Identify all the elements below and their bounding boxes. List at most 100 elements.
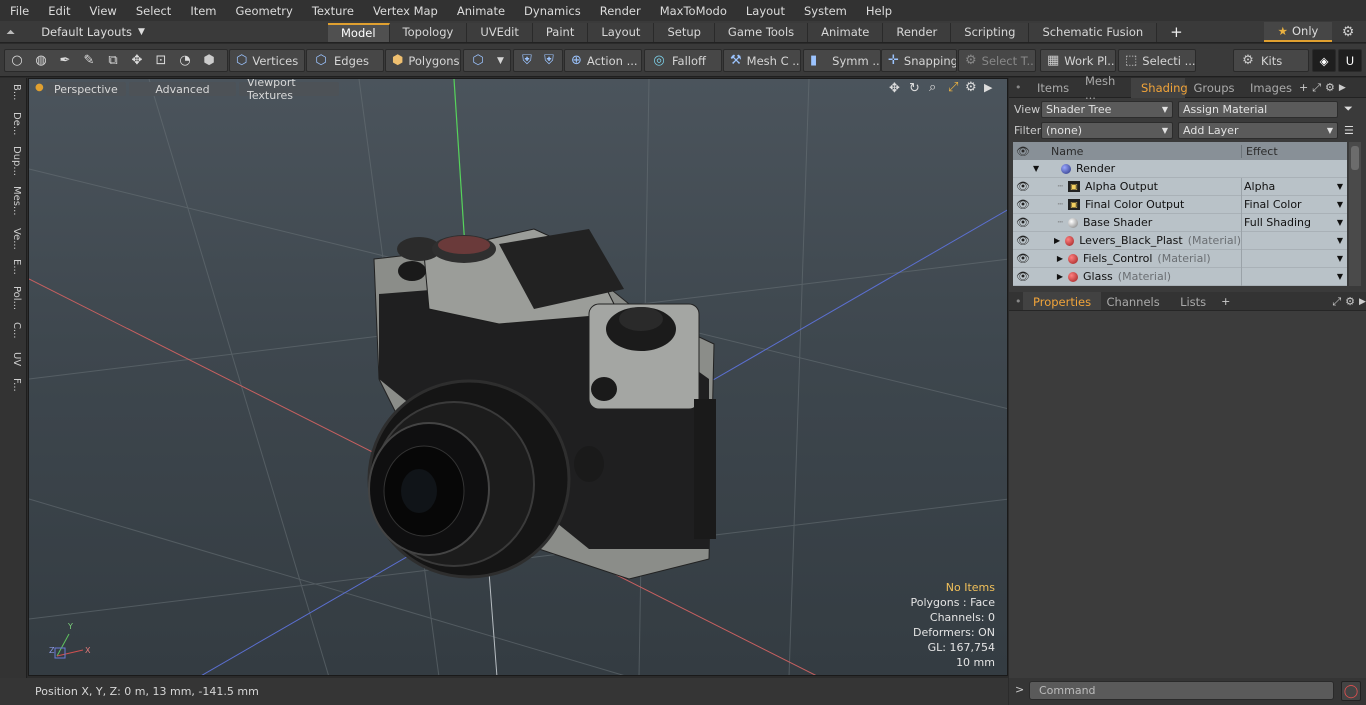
tab-channels[interactable]: Channels (1101, 292, 1165, 312)
gear-icon[interactable]: ⚙ (1338, 23, 1358, 41)
play-arrow-icon[interactable]: ▶ (984, 81, 992, 94)
left-tab-fusion[interactable]: F... (4, 378, 22, 392)
tab-groups[interactable]: Groups (1185, 78, 1243, 98)
transform-icon[interactable]: ⧉ (105, 53, 121, 69)
tab-setup[interactable]: Setup (654, 22, 715, 42)
tab-shading[interactable]: Shading (1131, 77, 1188, 98)
menu-help[interactable]: Help (856, 4, 901, 18)
eye-icon[interactable]: 👁 (1013, 180, 1033, 193)
eye-icon[interactable]: 👁 (1013, 234, 1033, 247)
item-mode-dropdown[interactable]: ⬡ ▼ (463, 49, 511, 72)
menu-animate[interactable]: Animate (447, 4, 514, 18)
element-icon[interactable]: ⊡ (153, 53, 169, 69)
expand-arrow-icon[interactable]: ▶ (1033, 254, 1063, 263)
filter-dropdown[interactable]: (none) ▼ (1041, 121, 1173, 139)
chevron-down-icon[interactable]: ▼ (1337, 200, 1343, 209)
tree-row-fiels-control[interactable]: 👁 ▶ Fiels_Control (Material) ▼ (1013, 249, 1347, 268)
eye-icon[interactable]: 👁 (1013, 252, 1033, 265)
tree-row-alpha-output[interactable]: 👁 ┄ ▣ Alpha Output Alpha ▼ (1013, 177, 1347, 196)
left-tab-basic[interactable]: B... (4, 84, 22, 100)
command-input[interactable]: Command (1029, 681, 1334, 700)
tab-scripting[interactable]: Scripting (951, 22, 1030, 42)
expand-icon[interactable]: ⤢ (1332, 295, 1341, 309)
polygons-button[interactable]: ⬢ Polygons (385, 49, 461, 72)
expand-arrow-icon[interactable]: ▶ (1033, 236, 1060, 245)
arrow-right-icon[interactable]: ▶ (1339, 83, 1346, 93)
falloff-button[interactable]: ◎ Falloff (644, 49, 722, 72)
chevron-down-icon[interactable]: ▼ (1337, 218, 1343, 227)
menu-select[interactable]: Select (126, 4, 180, 18)
pen-icon[interactable]: ✒ (57, 53, 73, 69)
menu-system[interactable]: System (794, 4, 856, 18)
kits-button[interactable]: ⚙ Kits (1233, 49, 1309, 72)
vertices-button[interactable]: ⬡ Vertices (229, 49, 305, 72)
add-tab-icon[interactable]: + (1221, 295, 1230, 308)
tab-uvedit[interactable]: UVEdit (467, 22, 533, 42)
menu-view[interactable]: View (80, 4, 126, 18)
layout-dropdown[interactable]: ⏶ Default Layouts ▼ (6, 21, 145, 43)
mesh-constraint-button[interactable]: ⚒ Mesh C ... (723, 49, 801, 72)
expand-icon[interactable]: ⤢ (1312, 81, 1321, 95)
tab-layout[interactable]: Layout (588, 22, 655, 42)
tree-row-final-color-output[interactable]: 👁 ┄ ▣ Final Color Output Final Color ▼ (1013, 195, 1347, 214)
left-tab-vertex[interactable]: Ve... (4, 228, 22, 250)
effect-column-header[interactable]: Effect (1241, 144, 1347, 158)
tab-paint[interactable]: Paint (532, 22, 589, 42)
symmetry-button[interactable]: ▮ Symm ... (803, 49, 881, 72)
unity-icon[interactable]: ◈ (1312, 49, 1336, 72)
chevron-down-icon[interactable]: ▼ (1337, 182, 1343, 191)
symmetry-shield-group[interactable]: ⛨ ⛨ (513, 49, 563, 72)
tab-items[interactable]: Items (1027, 78, 1075, 98)
eye-icon[interactable]: 👁 (1013, 216, 1033, 229)
left-tab-deform[interactable]: De... (4, 112, 22, 135)
tab-properties[interactable]: Properties (1023, 291, 1102, 312)
left-tab-edge[interactable]: E... (4, 259, 22, 275)
expand-arrow-icon[interactable]: ▶ (1033, 272, 1063, 281)
material-sphere-icon[interactable]: ⬢ (201, 53, 217, 69)
gear-icon[interactable]: ⚙ (1345, 295, 1355, 308)
orbit-icon[interactable]: ↻ (909, 81, 920, 96)
left-tab-uv[interactable]: UV (4, 352, 22, 366)
perspective-button[interactable]: Perspective (46, 82, 126, 96)
tree-row-glass[interactable]: 👁 ▶ Glass (Material) ▼ (1013, 267, 1347, 286)
menu-vertex-map[interactable]: Vertex Map (363, 4, 447, 18)
tab-animate[interactable]: Animate (808, 22, 884, 42)
menu-edit[interactable]: Edit (38, 4, 79, 18)
pan-icon[interactable]: ✥ (889, 81, 900, 96)
left-tab-polygon[interactable]: Pol... (4, 286, 22, 310)
assign-material-button[interactable]: Assign Material (1178, 100, 1338, 118)
scrollbar-thumb[interactable] (1351, 146, 1359, 170)
eye-icon[interactable]: 👁 (1013, 198, 1033, 211)
tree-row-base-shader[interactable]: 👁 ┄ Base Shader Full Shading ▼ (1013, 213, 1347, 232)
brush-icon[interactable]: ✎ (81, 53, 97, 69)
tree-row-render[interactable]: ▼ Render (1013, 160, 1347, 178)
3d-viewport[interactable]: ● Perspective Advanced Viewport Textures… (28, 78, 1008, 676)
menu-dynamics[interactable]: Dynamics (514, 4, 590, 18)
action-center-button[interactable]: ⊕ Action ... (564, 49, 642, 72)
chevron-down-icon[interactable]: ▼ (1337, 272, 1343, 281)
menu-item[interactable]: Item (180, 4, 225, 18)
unreal-icon[interactable]: Ս (1338, 49, 1362, 72)
view-dropdown[interactable]: Shader Tree ▼ (1041, 100, 1173, 118)
arrow-right-icon[interactable]: ▶ (1359, 297, 1366, 307)
menu-render[interactable]: Render (590, 4, 650, 18)
selection-sets-button[interactable]: ⬚ Selecti ... (1118, 49, 1196, 72)
menu-texture[interactable]: Texture (302, 4, 363, 18)
expand-arrow-icon[interactable]: ▼ (1033, 164, 1043, 173)
tree-row-levers-black-plast[interactable]: 👁 ▶ Levers_Black_Plast (Material) ▼ (1013, 231, 1347, 250)
record-icon[interactable]: ◯ (1341, 681, 1361, 701)
add-tab-icon[interactable]: + (1299, 81, 1308, 94)
menu-maxtomodo[interactable]: MaxToModo (650, 4, 736, 18)
eye-icon[interactable]: 👁 (1013, 270, 1033, 283)
tab-render[interactable]: Render (883, 22, 952, 42)
name-column-header[interactable]: Name (1033, 145, 1241, 158)
gear-icon[interactable]: ⚙ (965, 80, 977, 95)
snapping-button[interactable]: ✛ Snapping (881, 49, 957, 72)
chevron-down-icon[interactable]: ▼ (1337, 254, 1343, 263)
menu-layout[interactable]: Layout (736, 4, 794, 18)
tab-model[interactable]: Model (328, 22, 390, 42)
rotate-icon[interactable]: ◔ (177, 53, 193, 69)
viewport-textures-button[interactable]: Viewport Textures (239, 79, 339, 102)
left-tab-mesh[interactable]: Mes... (4, 186, 22, 216)
add-layer-dropdown[interactable]: Add Layer ▼ (1178, 121, 1338, 139)
